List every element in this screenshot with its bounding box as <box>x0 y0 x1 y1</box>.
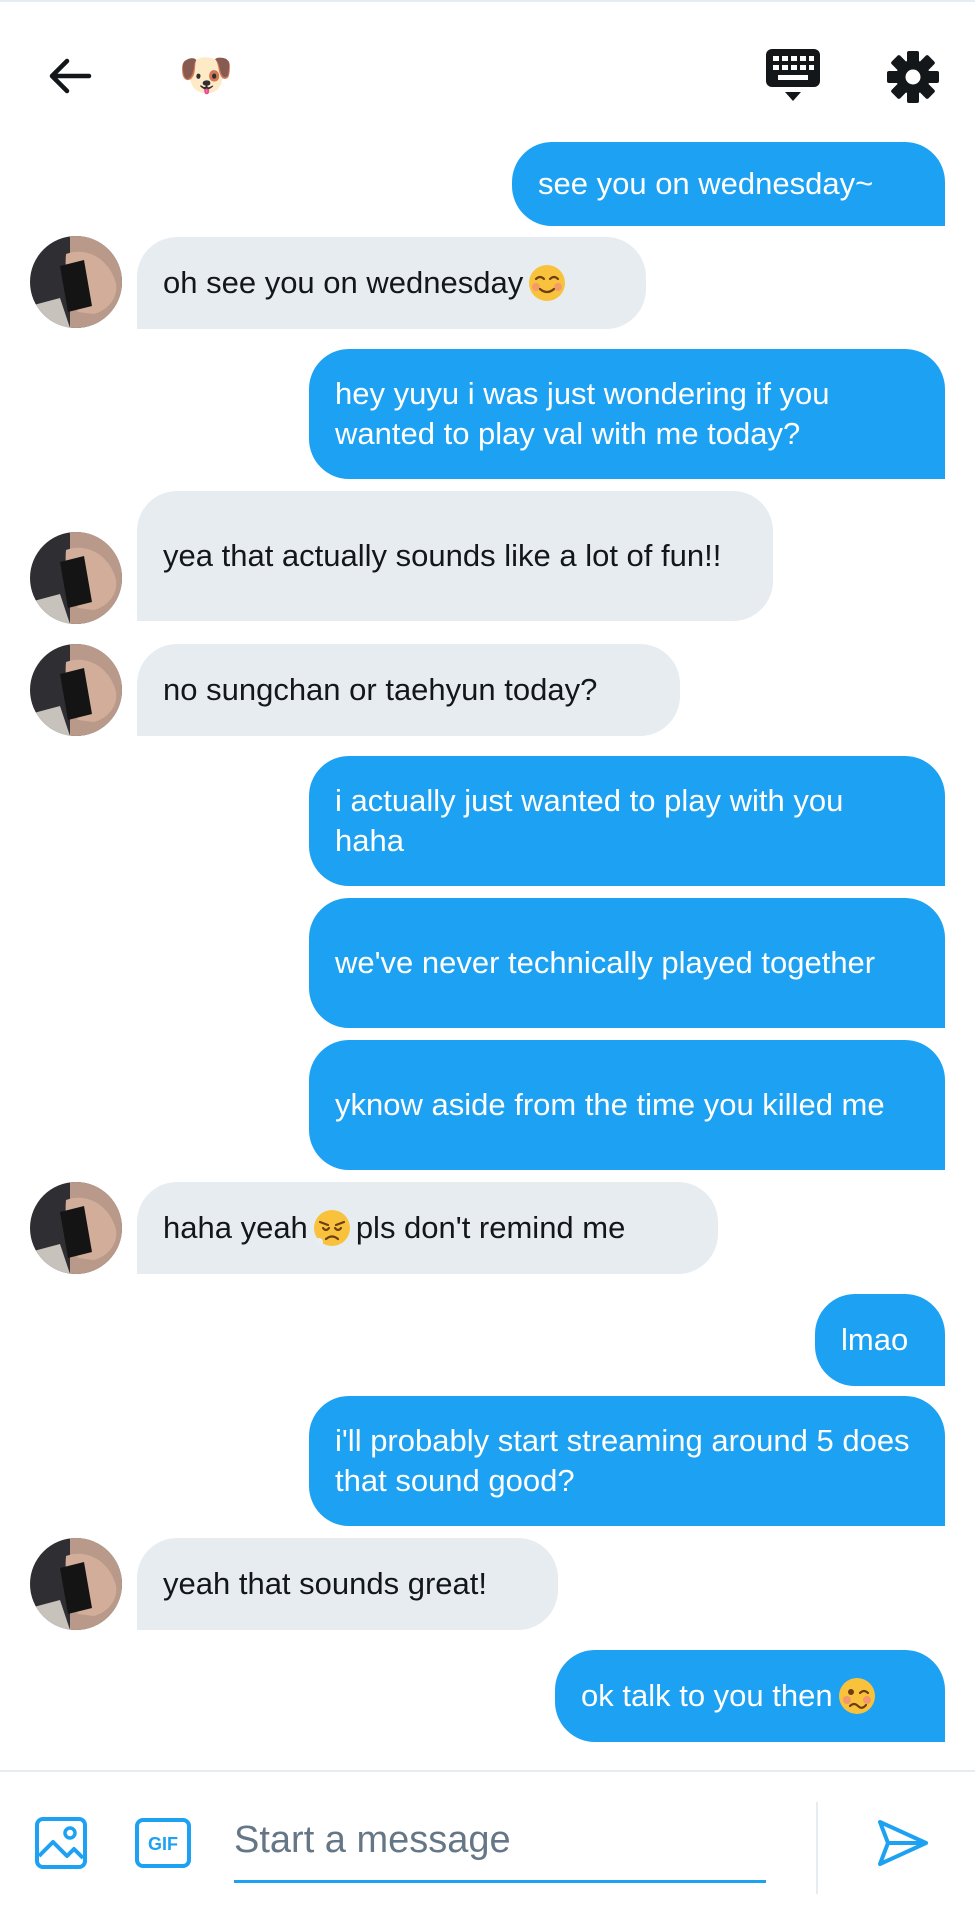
gear-icon <box>887 51 939 103</box>
message-text: yea that actually sounds like a lot of f… <box>163 538 722 573</box>
keyboard-toggle-button[interactable] <box>758 42 828 108</box>
gif-icon: GIF <box>135 1818 191 1868</box>
message-text: hey yuyu i was just wondering if you wan… <box>335 376 830 451</box>
back-button[interactable] <box>38 44 102 108</box>
keyboard-icon <box>766 49 820 101</box>
sad-face-icon <box>313 1210 350 1246</box>
avatar[interactable] <box>30 1538 122 1630</box>
received-message[interactable]: haha yeah pls don't remind me <box>137 1182 718 1274</box>
received-message[interactable]: oh see you on wednesday <box>137 237 646 329</box>
sent-message[interactable]: we've never technically played together <box>309 898 945 1028</box>
avatar[interactable] <box>30 532 122 624</box>
settings-button[interactable] <box>880 44 946 110</box>
send-button[interactable] <box>876 1816 930 1870</box>
message-text: lmao <box>841 1322 909 1357</box>
avatar-photo <box>30 236 122 328</box>
arrow-left-icon <box>49 58 92 94</box>
sent-message[interactable]: yknow aside from the time you killed me <box>309 1040 945 1170</box>
contact-avatar[interactable]: 🐶 <box>176 46 236 106</box>
message-text: no sungchan or taehyun today? <box>163 672 598 707</box>
avatar[interactable] <box>30 644 122 736</box>
dog-face-icon: 🐶 <box>178 51 234 100</box>
avatar-photo <box>30 1182 122 1274</box>
message-text: yknow aside from the time you killed me <box>335 1087 885 1122</box>
gif-label: GIF <box>148 1834 178 1854</box>
message-text-continued: pls don't remind me <box>355 1210 626 1245</box>
avatar[interactable] <box>30 1182 122 1274</box>
message-text: oh see you on wednesday <box>163 265 524 300</box>
received-message[interactable]: no sungchan or taehyun today? <box>137 644 680 736</box>
conversation-header: 🐶 <box>0 2 975 142</box>
sent-message[interactable]: i'll probably start streaming around 5 d… <box>309 1396 945 1526</box>
sent-message[interactable]: hey yuyu i was just wondering if you wan… <box>309 349 945 479</box>
sent-message[interactable]: see you on wednesday~ <box>512 142 945 226</box>
message-composer: GIF <box>0 1770 975 1920</box>
avatar-photo <box>30 532 122 624</box>
avatar-photo <box>30 644 122 736</box>
avatar-photo <box>30 1538 122 1630</box>
composer-divider <box>816 1802 818 1894</box>
woozy-face-icon <box>838 1678 875 1714</box>
message-input[interactable] <box>234 1800 766 1883</box>
add-gif-button[interactable]: GIF <box>135 1818 191 1868</box>
message-text: yeah that sounds great! <box>163 1566 488 1601</box>
message-text: we've never technically played together <box>335 945 876 980</box>
send-icon <box>878 1820 928 1866</box>
sent-message[interactable]: i actually just wanted to play with you … <box>309 756 945 886</box>
sent-message[interactable]: lmao <box>815 1294 945 1386</box>
received-message[interactable]: yeah that sounds great! <box>137 1538 558 1630</box>
add-image-button[interactable] <box>34 1816 88 1870</box>
received-message[interactable]: yea that actually sounds like a lot of f… <box>137 491 773 621</box>
message-text: see you on wednesday~ <box>538 166 874 201</box>
smiling-face-icon <box>529 265 566 301</box>
message-text: i actually just wanted to play with you … <box>335 783 844 858</box>
message-text: i'll probably start streaming around 5 d… <box>335 1423 910 1498</box>
sent-message[interactable]: ok talk to you then <box>555 1650 945 1742</box>
message-text: ok talk to you then <box>581 1678 833 1713</box>
avatar[interactable] <box>30 236 122 328</box>
message-text: haha yeah <box>163 1210 308 1245</box>
image-icon <box>35 1817 87 1869</box>
